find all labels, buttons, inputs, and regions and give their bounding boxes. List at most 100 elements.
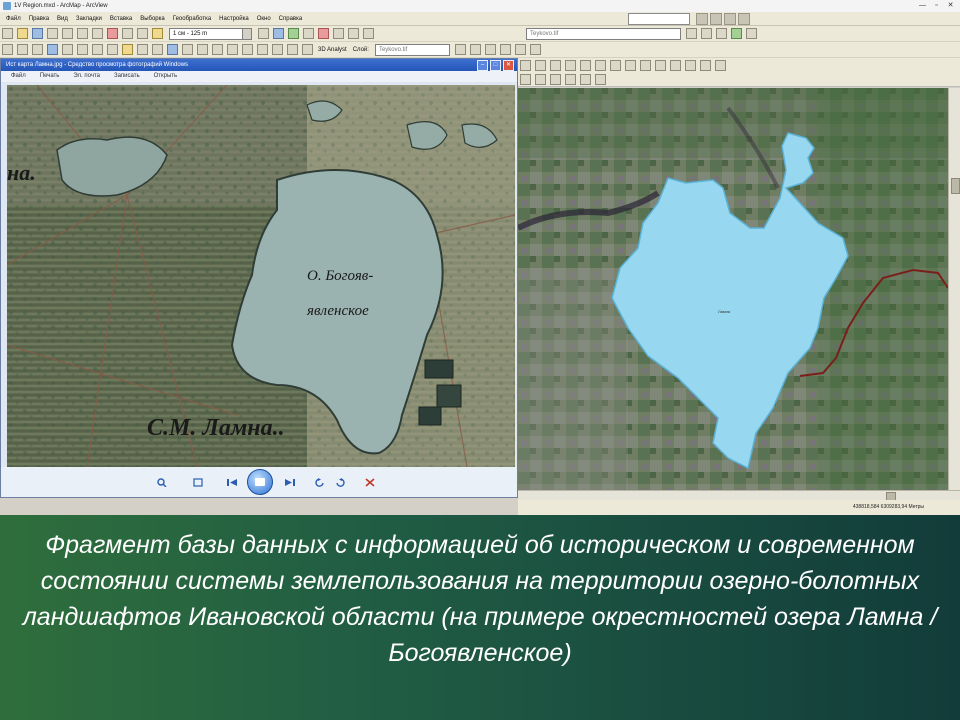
tool-icon[interactable] (550, 73, 561, 85)
menu-edit[interactable]: Правка (29, 16, 49, 22)
tool-icon[interactable] (610, 59, 621, 71)
menu-insert[interactable]: Вставка (110, 16, 132, 22)
tool-icon[interactable] (670, 59, 681, 71)
zoom-icon[interactable] (157, 478, 167, 487)
help-icon[interactable] (363, 28, 374, 39)
tool-icon[interactable] (701, 28, 712, 39)
maximize-icon[interactable]: ▫ (931, 1, 942, 10)
rotate-right-icon[interactable] (335, 478, 345, 487)
tool-icon[interactable] (625, 59, 636, 71)
python-icon[interactable] (333, 28, 344, 39)
close-icon[interactable]: ✕ (945, 1, 956, 10)
tool-icon[interactable] (565, 73, 576, 85)
copy-icon[interactable] (77, 28, 88, 39)
tool-icon[interactable] (565, 59, 576, 71)
maximize-icon[interactable]: □ (490, 60, 501, 71)
close-icon[interactable]: ✕ (503, 60, 514, 71)
tool-icon[interactable] (520, 73, 531, 85)
find-icon[interactable] (182, 44, 193, 55)
tool-icon[interactable] (272, 44, 283, 55)
tool-icon[interactable] (287, 44, 298, 55)
zoom-in-icon[interactable] (2, 44, 13, 55)
tool-icon[interactable] (535, 73, 546, 85)
tool-icon[interactable] (514, 44, 526, 55)
tool-icon[interactable] (595, 59, 606, 71)
tool-icon[interactable] (550, 59, 561, 71)
viewer-menu-file[interactable]: Файл (11, 71, 26, 82)
tool-icon[interactable] (484, 44, 496, 55)
tool-icon[interactable] (529, 44, 541, 55)
search-icon[interactable] (303, 28, 314, 39)
cut-icon[interactable] (62, 28, 73, 39)
menu-file[interactable]: Файл (6, 16, 21, 22)
previous-icon[interactable] (227, 478, 237, 487)
tool-icon[interactable] (696, 13, 708, 25)
tool-icon[interactable] (302, 44, 313, 55)
fixed-zoom-in-icon[interactable] (62, 44, 73, 55)
select-features-icon[interactable] (122, 44, 133, 55)
toolbox-icon[interactable] (318, 28, 329, 39)
undo-icon[interactable] (122, 28, 133, 39)
clear-selection-icon[interactable] (137, 44, 148, 55)
menu-selection[interactable]: Выборка (140, 16, 165, 22)
tool-icon[interactable] (640, 59, 651, 71)
viewer-menu-burn[interactable]: Записать (114, 71, 140, 82)
tool-icon[interactable] (710, 13, 722, 25)
slideshow-button[interactable] (247, 469, 273, 495)
menu-customize[interactable]: Настройка (219, 16, 249, 22)
viewer-menu-print[interactable]: Печать (40, 71, 60, 82)
back-icon[interactable] (92, 44, 103, 55)
save-icon[interactable] (32, 28, 43, 39)
html-popup-icon[interactable] (227, 44, 238, 55)
map-scale-dropdown[interactable]: 1 см - 125 m (169, 27, 252, 40)
model-builder-icon[interactable] (348, 28, 359, 39)
delete-icon[interactable] (107, 28, 118, 39)
full-extent-icon[interactable] (47, 44, 58, 55)
layer-dropdown[interactable]: Teykovo.tif (374, 43, 450, 56)
identify-icon[interactable] (167, 44, 178, 55)
time-slider-icon[interactable] (242, 44, 253, 55)
forward-icon[interactable] (107, 44, 118, 55)
scrollbar-thumb[interactable] (951, 178, 960, 194)
delete-icon[interactable] (365, 478, 375, 487)
viewer-menu-open[interactable]: Открыть (154, 71, 178, 82)
next-icon[interactable] (285, 478, 295, 487)
layer-dropdown-top[interactable] (628, 13, 690, 25)
minimize-icon[interactable]: – (477, 60, 488, 71)
menu-view[interactable]: Вид (57, 16, 68, 22)
menu-window[interactable]: Окно (257, 16, 271, 22)
paste-icon[interactable] (92, 28, 103, 39)
pan-icon[interactable] (32, 44, 43, 55)
tool-icon[interactable] (700, 59, 711, 71)
catalog-icon[interactable] (288, 28, 299, 39)
menu-bookmarks[interactable]: Закладки (76, 16, 102, 22)
tool-icon[interactable] (731, 28, 742, 39)
tool-icon[interactable] (686, 28, 697, 39)
tool-icon[interactable] (595, 73, 606, 85)
viewer-menu-email[interactable]: Эл. почта (73, 71, 100, 82)
tool-icon[interactable] (685, 59, 696, 71)
tool-icon[interactable] (724, 13, 736, 25)
tool-icon[interactable] (520, 59, 531, 71)
editor-icon[interactable] (258, 28, 269, 39)
tool-icon[interactable] (535, 59, 546, 71)
georef-layer-dropdown[interactable]: Teykovo.tif (526, 27, 681, 40)
rotate-left-icon[interactable] (315, 478, 325, 487)
tool-icon[interactable] (469, 44, 481, 55)
menu-help[interactable]: Справка (279, 16, 303, 22)
tool-icon[interactable] (580, 59, 591, 71)
print-icon[interactable] (47, 28, 58, 39)
select-elements-icon[interactable] (152, 44, 163, 55)
zoom-out-icon[interactable] (17, 44, 28, 55)
add-data-icon[interactable] (152, 28, 163, 39)
tool-icon[interactable] (715, 59, 726, 71)
vertical-scrollbar[interactable] (948, 88, 960, 490)
menu-geoprocessing[interactable]: Геообработка (173, 16, 211, 22)
tool-icon[interactable] (580, 73, 591, 85)
3d-analyst-menu[interactable]: 3D Analyst (318, 47, 347, 53)
new-document-icon[interactable] (2, 28, 13, 39)
table-of-contents-icon[interactable] (273, 28, 284, 39)
tool-icon[interactable] (746, 28, 757, 39)
tool-icon[interactable] (257, 44, 268, 55)
fixed-zoom-out-icon[interactable] (77, 44, 88, 55)
